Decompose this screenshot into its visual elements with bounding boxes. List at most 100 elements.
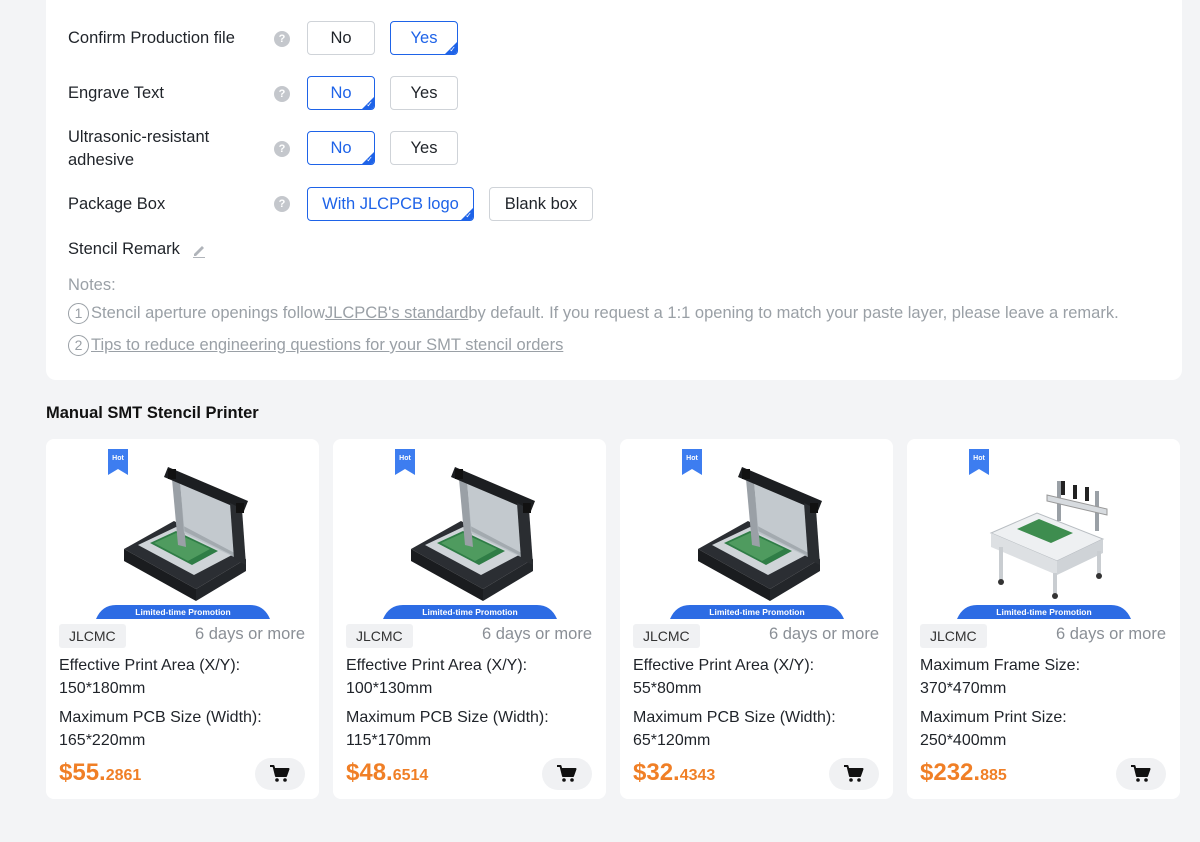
promotion-banner: Limited-time Promotion [957,605,1131,619]
product-card[interactable]: Hot Limited-time Promotion JLCMC 6 days … [620,439,893,799]
spec-value: 250*400mm [920,732,1007,749]
vendor-badge: JLCMC [59,624,126,648]
price: $32.4343 [633,759,715,787]
promotion-label: Limited-time Promotion [996,607,1091,617]
hot-badge: Hot [395,449,415,475]
ultrasonic-adhesive-yes-button[interactable]: Yes [390,131,458,165]
spec-2: Maximum PCB Size (Width): 115*170mm [346,706,596,752]
lead-time: 6 days or more [194,625,305,643]
price: $232.885 [920,759,1007,787]
spec-label: Maximum PCB Size (Width): [346,709,549,726]
option-label-package-box: Package Box [68,195,166,213]
check-icon: ✓ [366,155,373,164]
cart-icon [844,765,864,782]
engrave-text-no-button[interactable]: No ✓ [307,76,375,110]
cart-icon [557,765,577,782]
product-card[interactable]: Hot Limited-time Promotion JLCMC 6 days … [333,439,606,799]
price-integer: $232. [920,759,981,786]
help-icon[interactable]: ? [274,31,290,47]
package-box-jlcpcb-logo-button[interactable]: With JLCPCB logo ✓ [307,187,474,221]
check-icon: ✓ [465,211,472,220]
spec-label: Maximum Print Size: [920,709,1067,726]
option-text: No [330,84,352,102]
product-card[interactable]: Hot Limited-time Promotion JLCMC 6 days … [46,439,319,799]
promotion-label: Limited-time Promotion [422,607,517,617]
price-decimal: 6514 [392,767,429,784]
stencil-remark-label: Stencil Remark [68,240,180,258]
spec-value: 150*180mm [59,680,146,697]
hot-label: Hot [686,455,698,462]
help-icon[interactable]: ? [274,141,290,157]
package-box-blank-button[interactable]: Blank box [489,187,593,221]
engrave-text-yes-button[interactable]: Yes [390,76,458,110]
promotion-label: Limited-time Promotion [709,607,804,617]
price: $48.6514 [346,759,428,787]
check-icon: ✓ [366,100,373,109]
spec-label: Maximum Frame Size: [920,657,1081,674]
hot-label: Hot [112,455,124,462]
confirm-production-yes-button[interactable]: Yes ✓ [390,21,458,55]
option-text: No [330,139,352,157]
add-to-cart-button[interactable] [829,758,879,790]
spec-value: 55*80mm [633,680,702,697]
spec-label: Maximum PCB Size (Width): [633,709,836,726]
cart-icon [1131,765,1151,782]
product-image[interactable] [46,439,319,621]
hot-badge: Hot [108,449,128,475]
promotion-banner: Limited-time Promotion [383,605,557,619]
spec-2: Maximum Print Size: 250*400mm [920,706,1170,752]
spec-1: Effective Print Area (X/Y): 150*180mm [59,654,309,700]
product-image[interactable] [907,439,1180,621]
add-to-cart-button[interactable] [255,758,305,790]
price-integer: $48. [346,759,393,786]
vendor-badge: JLCMC [346,624,413,648]
note-text: Stencil aperture openings follow [91,304,325,322]
spec-1: Effective Print Area (X/Y): 100*130mm [346,654,596,700]
note-2: 2 Tips to reduce engineering questions f… [68,335,563,356]
price-decimal: 885 [980,767,1007,784]
jlcpcb-standard-link[interactable]: JLCPCB's standard [325,304,468,323]
note-number: 1 [68,303,89,324]
note-1: 1 Stencil aperture openings follow JLCPC… [68,303,1119,324]
spec-1: Effective Print Area (X/Y): 55*80mm [633,654,883,700]
vendor-badge: JLCMC [920,624,987,648]
lead-time: 6 days or more [1055,625,1166,643]
pencil-icon[interactable] [192,242,206,258]
hot-label: Hot [973,455,985,462]
spec-1: Maximum Frame Size: 370*470mm [920,654,1170,700]
add-to-cart-button[interactable] [542,758,592,790]
add-to-cart-button[interactable] [1116,758,1166,790]
price-decimal: 4343 [679,767,716,784]
confirm-production-no-button[interactable]: No [307,21,375,55]
smt-stencil-tips-link[interactable]: Tips to reduce engineering questions for… [91,336,563,355]
price: $55.2861 [59,759,141,787]
promotion-banner: Limited-time Promotion [670,605,844,619]
cart-icon [270,765,290,782]
note-text: by default. If you request a 1:1 opening… [468,304,1119,322]
notes-title: Notes: [68,276,116,294]
hot-badge: Hot [682,449,702,475]
price-integer: $32. [633,759,680,786]
ultrasonic-adhesive-no-button[interactable]: No ✓ [307,131,375,165]
product-image[interactable] [620,439,893,621]
help-icon[interactable]: ? [274,86,290,102]
spec-value: 370*470mm [920,680,1007,697]
hot-label: Hot [399,455,411,462]
product-image[interactable] [333,439,606,621]
price-decimal: 2861 [105,767,142,784]
spec-2: Maximum PCB Size (Width): 165*220mm [59,706,309,752]
lead-time: 6 days or more [768,625,879,643]
price-integer: $55. [59,759,106,786]
product-card[interactable]: Hot Limited-time Promotion JLCMC 6 days … [907,439,1180,799]
spec-label: Effective Print Area (X/Y): [346,657,528,674]
option-label-engrave-text: Engrave Text [68,84,165,102]
spec-label: Effective Print Area (X/Y): [59,657,241,674]
stencil-options-panel: Confirm Production file ? No Yes ✓ Engrav… [46,0,1182,380]
spec-value: 100*130mm [346,680,433,697]
help-icon[interactable]: ? [274,196,290,212]
option-label-confirm-production-file: Confirm Production file [68,29,235,47]
promotion-banner: Limited-time Promotion [96,605,270,619]
spec-value: 115*170mm [346,732,432,749]
hot-badge: Hot [969,449,989,475]
spec-label: Maximum PCB Size (Width): [59,709,262,726]
